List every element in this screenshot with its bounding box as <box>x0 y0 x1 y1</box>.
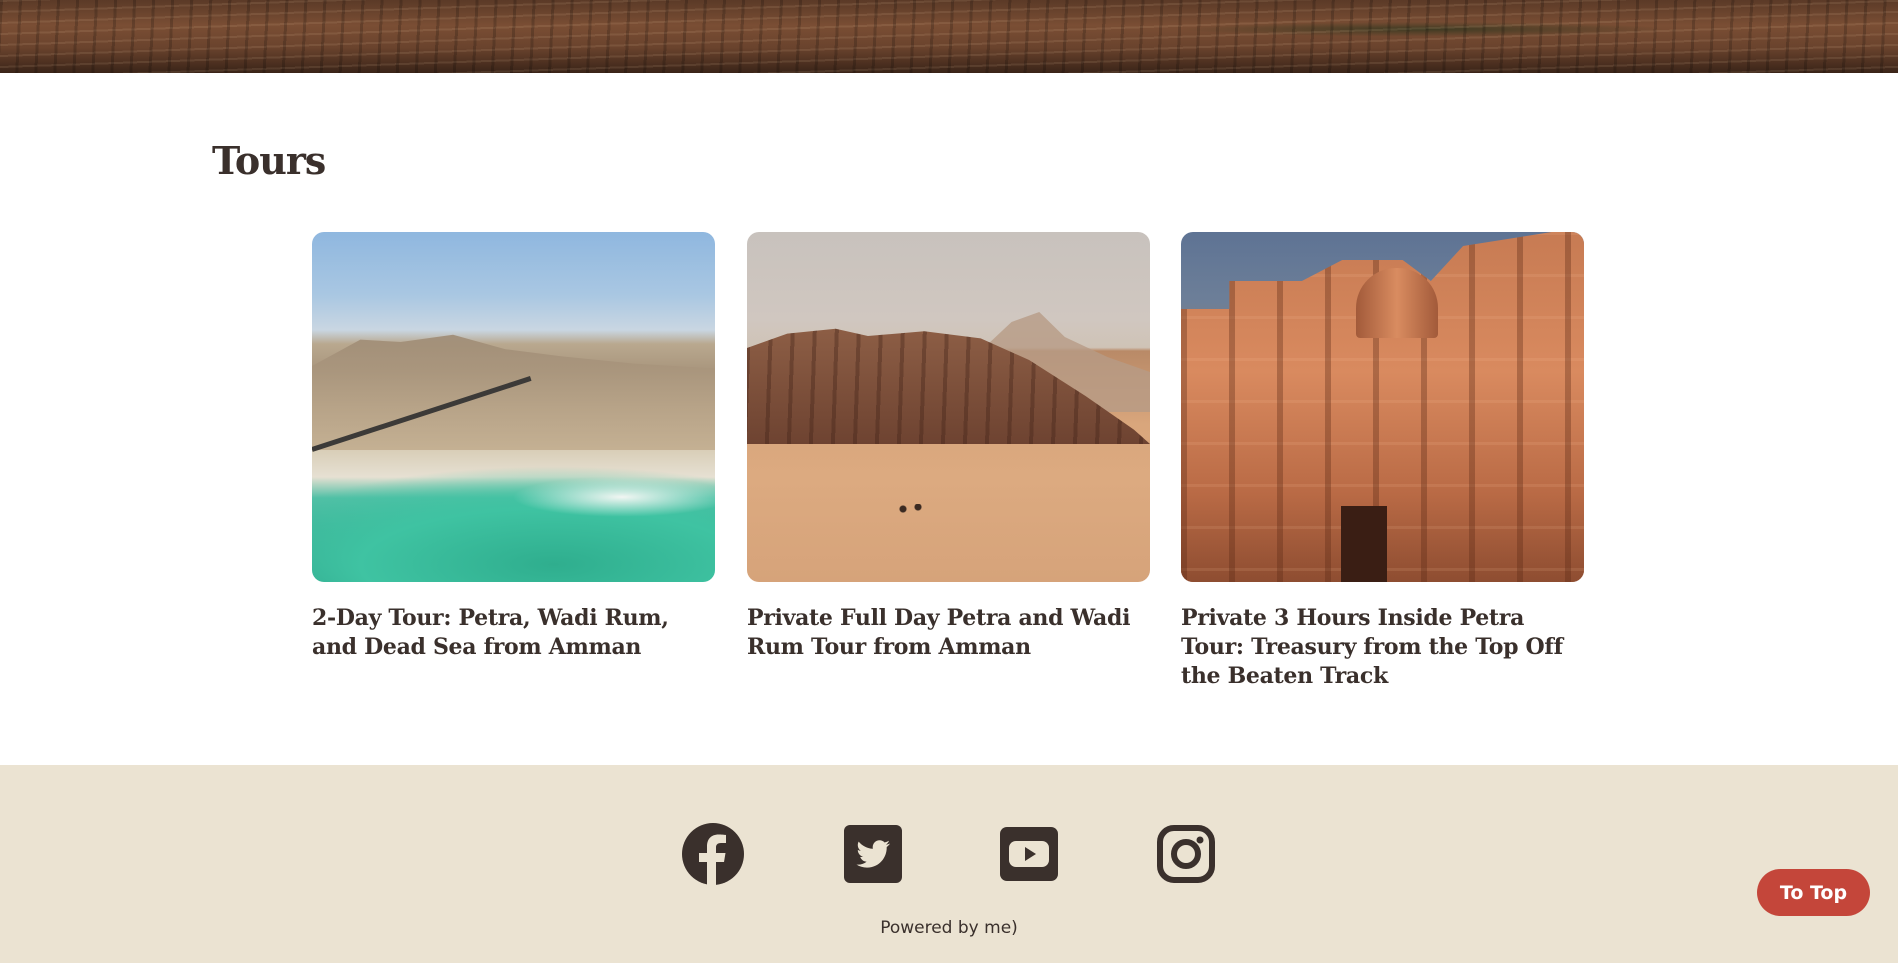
jeeps-shape <box>897 504 927 514</box>
tour-card[interactable]: Private 3 Hours Inside Petra Tour: Treas… <box>1181 232 1584 691</box>
salt-shore-shape <box>512 477 715 517</box>
tour-card[interactable]: Private Full Day Petra and Wadi Rum Tour… <box>747 232 1150 662</box>
twitter-icon[interactable] <box>841 822 905 886</box>
instagram-icon[interactable] <box>1154 822 1218 886</box>
tour-title[interactable]: Private Full Day Petra and Wadi Rum Tour… <box>747 604 1150 662</box>
facebook-icon[interactable] <box>681 822 745 886</box>
tour-image-wadi-rum[interactable] <box>747 232 1150 582</box>
youtube-icon[interactable] <box>997 822 1061 886</box>
tour-title[interactable]: 2-Day Tour: Petra, Wadi Rum, and Dead Se… <box>312 604 715 662</box>
hero-image-strip <box>0 0 1898 73</box>
powered-by-text: Powered by me) <box>880 918 1018 938</box>
tour-title[interactable]: Private 3 Hours Inside Petra Tour: Treas… <box>1181 604 1584 691</box>
monastery-urn-shape <box>1356 268 1438 338</box>
tour-card[interactable]: 2-Day Tour: Petra, Wadi Rum, and Dead Se… <box>312 232 715 662</box>
section-title: Tours <box>212 138 326 183</box>
to-top-button[interactable]: To Top <box>1757 869 1870 916</box>
monastery-door-shape <box>1341 506 1387 582</box>
tour-image-petra[interactable] <box>1181 232 1584 582</box>
tour-image-dead-sea[interactable] <box>312 232 715 582</box>
